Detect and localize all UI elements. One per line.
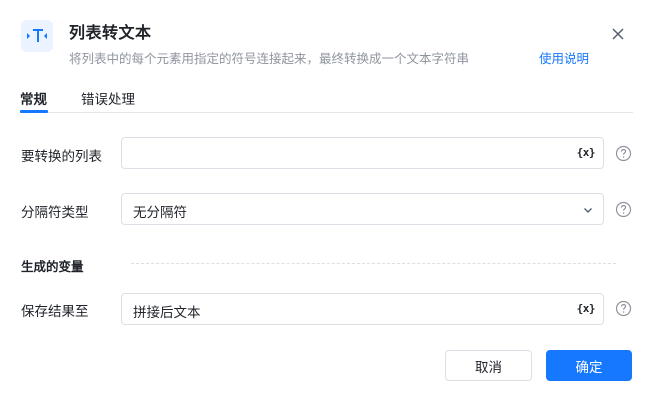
save-result-label: 保存结果至 [21,304,89,320]
separator-type-value: 无分隔符 [133,205,187,221]
list-to-convert-label: 要转换的列表 [21,149,102,165]
save-result-input[interactable]: 拼接后文本 {x} [121,293,604,325]
help-link[interactable]: 使用说明 [539,48,589,67]
help-icon[interactable] [615,201,632,218]
separator-type-select[interactable]: 无分隔符 [121,193,604,225]
cancel-button[interactable]: 取消 [445,350,532,381]
dialog-title: 列表转文本 [69,23,152,42]
tab-error-handling[interactable]: 错误处理 [81,88,135,108]
dialog-description: 将列表中的每个元素用指定的符号连接起来，最终转换成一个文本字符串 [69,51,470,66]
list-to-text-dialog: 列表转文本 将列表中的每个元素用指定的符号连接起来，最终转换成一个文本字符串 使… [0,0,656,403]
variable-insert-icon[interactable]: {x} [577,302,596,315]
close-button[interactable] [608,24,628,44]
list-to-convert-input[interactable]: {x} [121,137,604,169]
active-tab-indicator [20,110,48,113]
confirm-button[interactable]: 确定 [546,350,632,381]
help-icon[interactable] [615,300,632,317]
tab-bar: 常规 错误处理 [20,84,633,113]
variable-insert-icon[interactable]: {x} [577,146,596,159]
section-divider [131,263,616,264]
separator-type-label: 分隔符类型 [21,205,89,221]
chevron-down-icon [584,208,592,213]
tab-general[interactable]: 常规 [20,88,47,108]
output-section-title: 生成的变量 [21,259,84,274]
save-result-value: 拼接后文本 [133,305,201,321]
close-icon [612,28,624,40]
help-icon[interactable] [615,145,632,162]
text-convert-icon [21,20,53,52]
